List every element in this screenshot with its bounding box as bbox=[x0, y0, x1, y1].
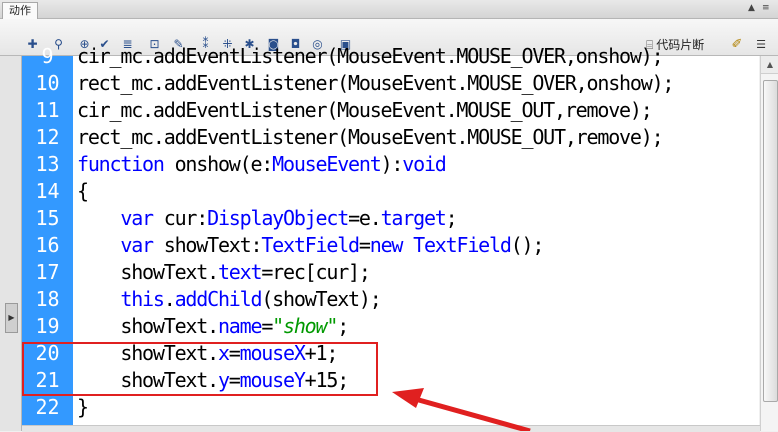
code-line: 11 cir_mc.addEventListener(MouseEvent.MO… bbox=[0, 97, 778, 124]
tab-actions[interactable]: 动作 bbox=[2, 2, 38, 19]
code-text[interactable]: rect_mc.addEventListener(MouseEvent.MOUS… bbox=[77, 124, 664, 151]
line-number: 17 bbox=[35, 260, 60, 284]
code-line: 18 this.addChild(showText); bbox=[0, 286, 778, 313]
code-line: 15 var cur:DisplayObject=e.target; bbox=[0, 205, 778, 232]
line-number: 9 bbox=[41, 44, 54, 68]
code-text[interactable]: function onshow(e:MouseEvent):void bbox=[77, 151, 447, 178]
code-text[interactable]: this.addChild(showText); bbox=[77, 286, 381, 313]
line-number: 10 bbox=[35, 71, 60, 95]
panel-title-bar: 动作 ▲ ≡ bbox=[0, 0, 778, 19]
code-line: 14 { bbox=[0, 178, 778, 205]
code-line: 17 showText.text=rec[cur]; bbox=[0, 259, 778, 286]
double-chevron-up-icon[interactable]: ▲ bbox=[748, 3, 755, 13]
line-number: 15 bbox=[35, 206, 60, 230]
code-line: 22 } bbox=[0, 394, 778, 421]
code-line: 16 var showText:TextField=new TextField(… bbox=[0, 232, 778, 259]
menu-icon[interactable]: ≡ bbox=[762, 3, 770, 13]
code-text[interactable]: cir_mc.addEventListener(MouseEvent.MOUSE… bbox=[77, 43, 664, 70]
highlight-box bbox=[22, 342, 378, 396]
code-line: 19 showText.name="show"; bbox=[0, 313, 778, 340]
code-text[interactable]: { bbox=[77, 178, 89, 205]
code-text[interactable]: rect_mc.addEventListener(MouseEvent.MOUS… bbox=[77, 70, 674, 97]
code-text[interactable]: var cur:DisplayObject=e.target; bbox=[77, 205, 457, 232]
code-line: 9 cir_mc.addEventListener(MouseEvent.MOU… bbox=[0, 43, 778, 70]
line-number: 19 bbox=[35, 314, 60, 338]
code-text[interactable]: showText.text=rec[cur]; bbox=[77, 259, 371, 286]
vertical-scrollbar[interactable]: ▲ bbox=[760, 56, 778, 431]
line-number: 13 bbox=[35, 152, 60, 176]
code-line: 10 rect_mc.addEventListener(MouseEvent.M… bbox=[0, 70, 778, 97]
code-line: 12 rect_mc.addEventListener(MouseEvent.M… bbox=[0, 124, 778, 151]
code-text[interactable]: showText.name="show"; bbox=[77, 313, 349, 340]
code-text[interactable]: } bbox=[77, 394, 89, 421]
line-number: 18 bbox=[35, 287, 60, 311]
line-number: 12 bbox=[35, 125, 60, 149]
code-text[interactable]: var showText:TextField=new TextField(); bbox=[77, 232, 544, 259]
line-number: 22 bbox=[35, 395, 60, 419]
line-number: 14 bbox=[35, 179, 60, 203]
code-text[interactable]: cir_mc.addEventListener(MouseEvent.MOUSE… bbox=[77, 97, 653, 124]
line-number: 11 bbox=[35, 98, 60, 122]
scrollbar-thumb[interactable] bbox=[763, 80, 778, 402]
code-line: 13 function onshow(e:MouseEvent):void bbox=[0, 151, 778, 178]
line-number: 16 bbox=[35, 233, 60, 257]
scroll-up-icon[interactable]: ▲ bbox=[761, 56, 778, 74]
